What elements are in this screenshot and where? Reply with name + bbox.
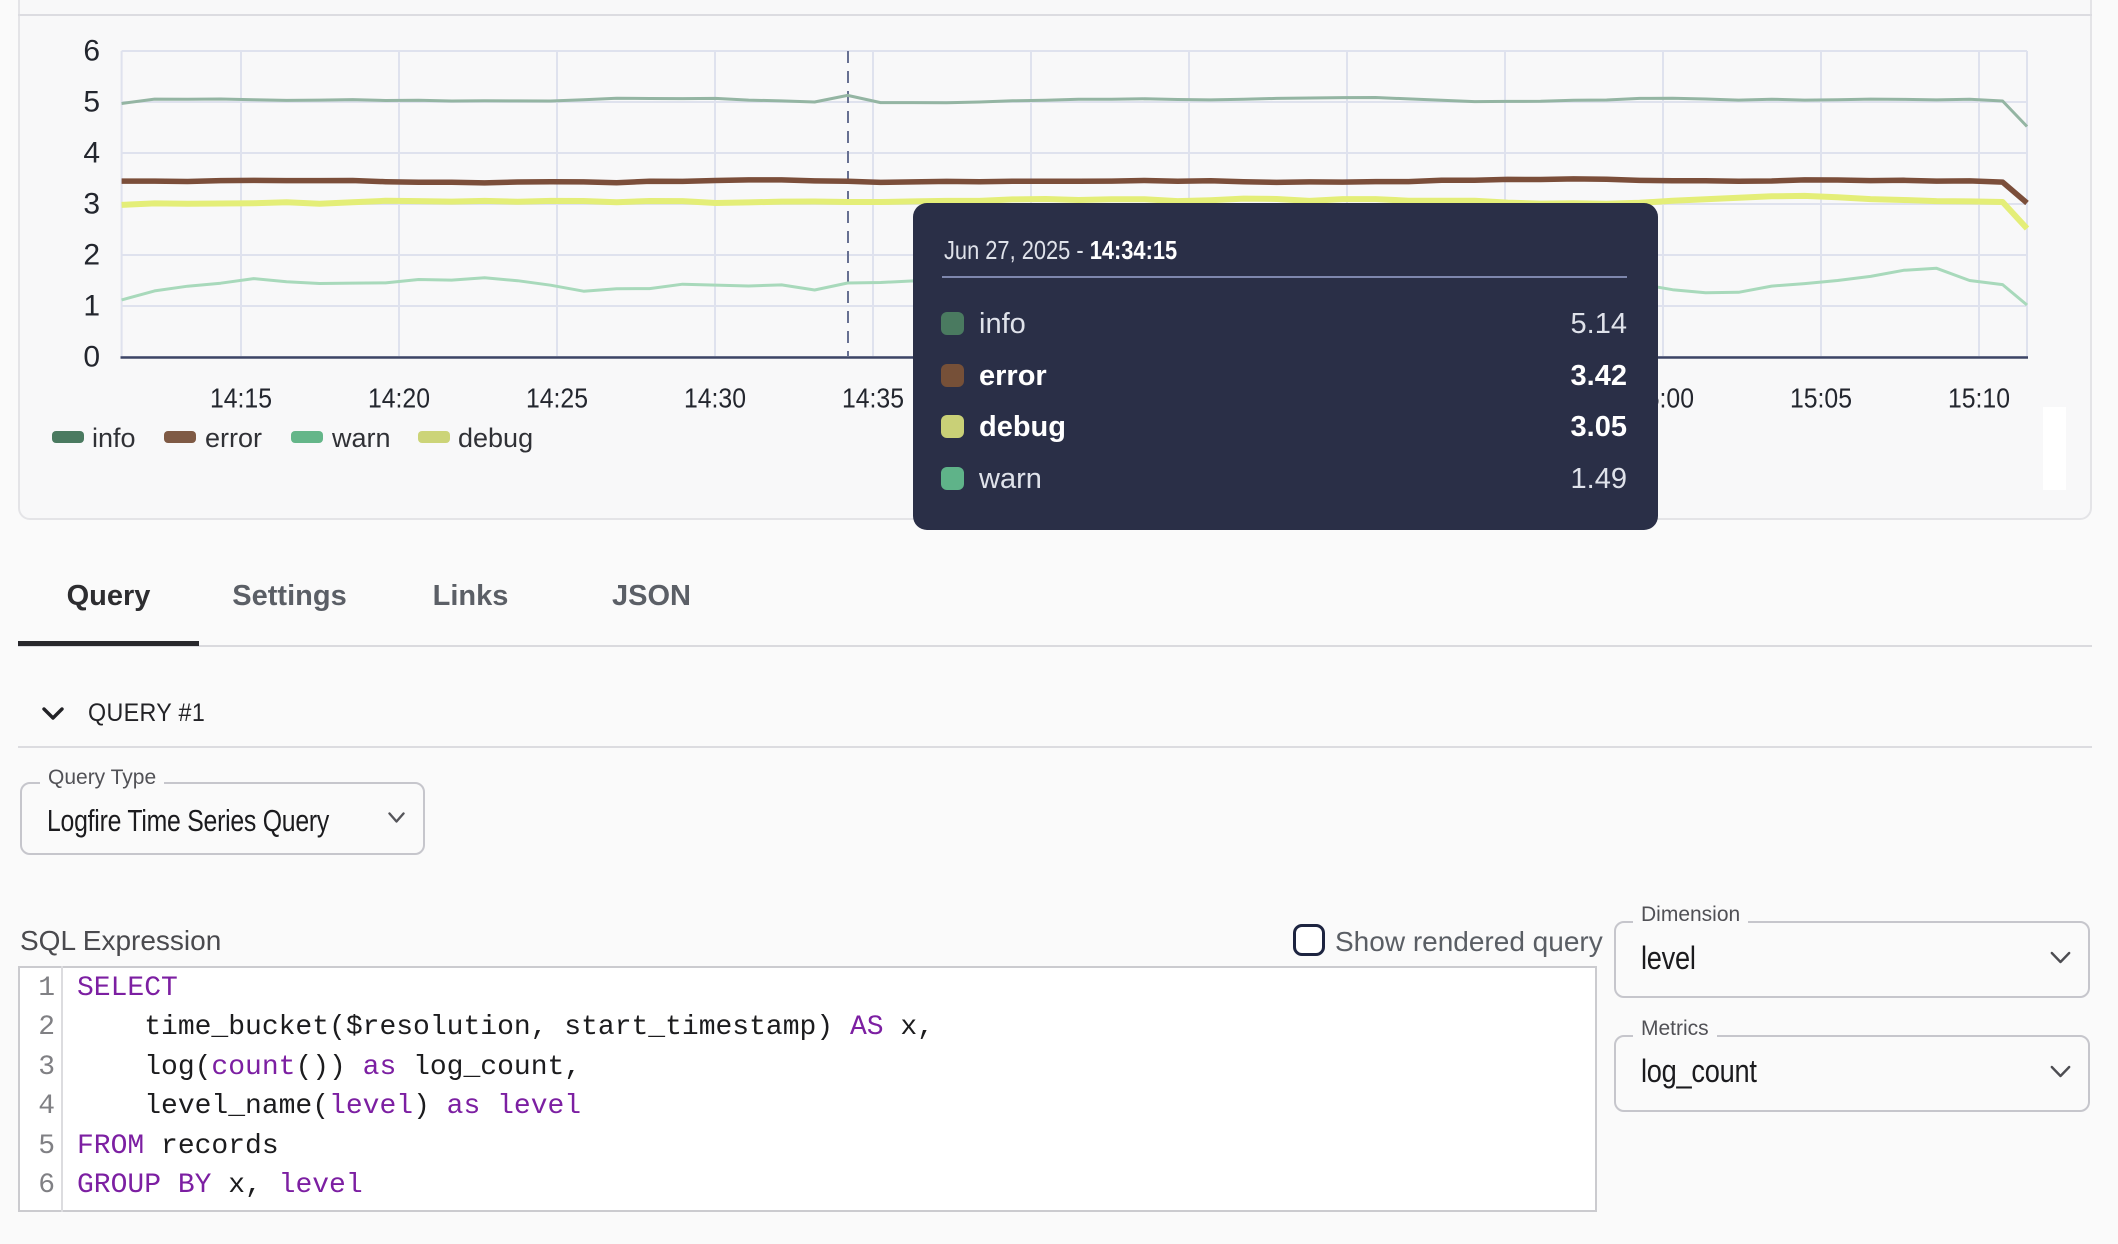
svg-text:error: error <box>205 423 262 453</box>
svg-text:14:30: 14:30 <box>684 383 746 414</box>
svg-text:15:10: 15:10 <box>1948 383 2010 414</box>
svg-text:info: info <box>92 423 136 453</box>
svg-text:6: 6 <box>83 35 100 68</box>
svg-text:warn: warn <box>331 423 391 453</box>
svg-text:14:15: 14:15 <box>210 383 272 414</box>
svg-text:1: 1 <box>83 290 100 323</box>
svg-text:4: 4 <box>83 137 100 170</box>
svg-text:14:35: 14:35 <box>842 383 904 414</box>
svg-text:15:05: 15:05 <box>1790 383 1852 414</box>
svg-text:14:20: 14:20 <box>368 383 430 414</box>
svg-text:0: 0 <box>83 341 100 374</box>
svg-text:14:25: 14:25 <box>526 383 588 414</box>
svg-text:5: 5 <box>83 86 100 119</box>
svg-text:2: 2 <box>83 239 100 272</box>
svg-text:3: 3 <box>83 188 100 221</box>
svg-text:debug: debug <box>458 423 533 453</box>
